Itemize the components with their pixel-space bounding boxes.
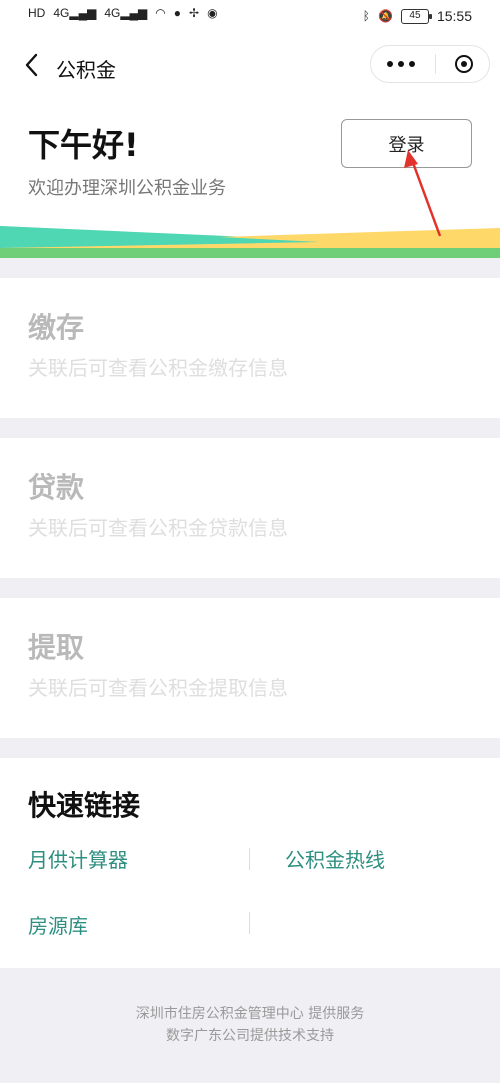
loan-card[interactable]: 贷款 关联后可查看公积金贷款信息 bbox=[0, 438, 500, 578]
greeting-title: 下午好! bbox=[28, 126, 139, 164]
chevron-left-icon bbox=[25, 53, 38, 77]
card-desc: 关联后可查看公积金缴存信息 bbox=[28, 356, 288, 380]
pinwheel-icon: ✢ bbox=[189, 6, 200, 20]
login-button[interactable]: 登录 bbox=[341, 119, 472, 168]
miniprogram-capsule bbox=[370, 45, 490, 83]
quick-links-title: 快速链接 bbox=[28, 789, 141, 822]
link-mortgage-calculator[interactable]: 月供计算器 bbox=[28, 844, 128, 873]
footer-tech-support: 数字广东公司提供技术支持 bbox=[166, 1028, 334, 1044]
signal-icon: 4G▂▄▆ bbox=[104, 6, 148, 20]
signal-icon: 4G▂▄▆ bbox=[53, 6, 97, 20]
status-right-icons: ᛒ 🔕 45 15:55 bbox=[363, 8, 472, 24]
withdraw-card[interactable]: 提取 关联后可查看公积金提取信息 bbox=[0, 598, 500, 738]
quick-links-section: 快速链接 月供计算器 公积金热线 房源库 bbox=[0, 758, 500, 968]
nav-bar: 公积金 bbox=[0, 36, 500, 98]
link-housing-library[interactable]: 房源库 bbox=[28, 910, 88, 939]
deposit-card[interactable]: 缴存 关联后可查看公积金缴存信息 bbox=[0, 278, 500, 418]
close-target-icon[interactable] bbox=[455, 55, 473, 73]
footer: 深圳市住房公积金管理中心 提供服务 数字广东公司提供技术支持 bbox=[0, 968, 500, 1083]
hero-wave-decoration bbox=[0, 226, 500, 258]
status-time: 15:55 bbox=[436, 8, 472, 24]
battery-icon: 45 bbox=[400, 8, 432, 24]
card-title: 缴存 bbox=[28, 311, 85, 344]
hd-icon: HD bbox=[28, 6, 46, 20]
back-button[interactable] bbox=[16, 50, 46, 80]
greeting-subtitle: 欢迎办理深圳公积金业务 bbox=[28, 178, 226, 199]
card-desc: 关联后可查看公积金贷款信息 bbox=[28, 516, 288, 540]
card-title: 贷款 bbox=[28, 471, 85, 504]
status-bar: HD 4G▂▄▆ 4G▂▄▆ ◠ ● ✢ ◉ ᛒ 🔕 45 15:55 bbox=[0, 0, 500, 36]
page-title: 公积金 bbox=[56, 58, 116, 82]
card-desc: 关联后可查看公积金提取信息 bbox=[28, 676, 288, 700]
hero-section: 下午好! 欢迎办理深圳公积金业务 登录 bbox=[0, 98, 500, 258]
browser-icon: ◉ bbox=[207, 6, 218, 20]
link-fund-hotline[interactable]: 公积金热线 bbox=[285, 844, 385, 873]
wifi-icon: ◠ bbox=[155, 6, 166, 20]
mute-bell-icon: 🔕 bbox=[378, 9, 393, 23]
bluetooth-icon: ᛒ bbox=[362, 9, 370, 23]
status-left-icons: HD 4G▂▄▆ 4G▂▄▆ ◠ ● ✢ ◉ bbox=[28, 6, 218, 20]
footer-provider: 深圳市住房公积金管理中心 提供服务 bbox=[135, 1006, 365, 1022]
more-icon[interactable] bbox=[387, 61, 415, 67]
bubble-icon: ● bbox=[173, 6, 182, 20]
card-title: 提取 bbox=[28, 631, 85, 664]
